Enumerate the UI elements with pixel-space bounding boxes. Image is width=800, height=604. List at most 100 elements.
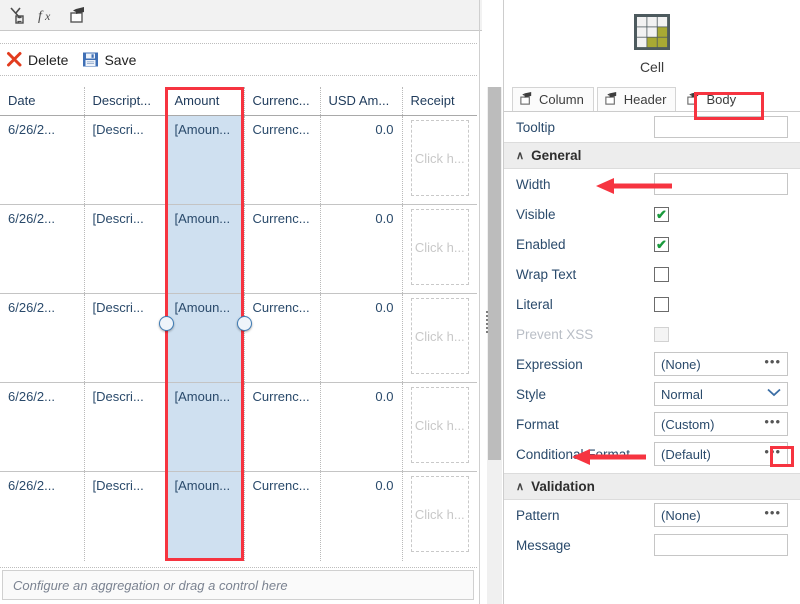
receipt-dropzone-label: Click h...: [414, 239, 465, 255]
pattern-ellipsis-button[interactable]: •••: [764, 506, 781, 522]
literal-checkbox[interactable]: [654, 296, 669, 312]
style-dropdown[interactable]: Normal: [654, 382, 788, 406]
svg-text:f: f: [38, 9, 44, 24]
conditional-format-field[interactable]: (Default) •••: [654, 442, 788, 466]
column-scope-icon: [519, 91, 534, 109]
enabled-checkbox[interactable]: ✔: [654, 236, 669, 252]
conditional-format-ellipsis-button[interactable]: •••: [764, 445, 781, 461]
cell-date[interactable]: 6/26/2...: [0, 382, 85, 472]
cell-grid-icon: [628, 8, 676, 56]
cell-usd-amount[interactable]: 0.0: [320, 115, 403, 205]
style-value: Normal: [661, 386, 703, 402]
cell-description[interactable]: [Descri...: [84, 293, 167, 383]
transform-icon[interactable]: [4, 2, 32, 28]
property-row-prevent-xss: Prevent XSS: [504, 319, 800, 349]
cell-usd-amount[interactable]: 0.0: [320, 471, 403, 561]
column-header-currency[interactable]: Currenc...: [244, 87, 321, 116]
cell-currency[interactable]: Currenc...: [244, 471, 321, 561]
properties-tabs: Column Header Body: [504, 86, 800, 112]
cell-usd-amount[interactable]: 0.0: [320, 293, 403, 383]
property-row-width: Width: [504, 169, 800, 199]
tab-body[interactable]: Body: [679, 87, 747, 111]
visible-checkbox[interactable]: ✔: [654, 206, 669, 222]
message-input[interactable]: [654, 534, 788, 556]
column-resize-handle-left[interactable]: [159, 316, 174, 331]
tooltip-input[interactable]: [654, 116, 788, 138]
format-field[interactable]: (Custom) •••: [654, 412, 788, 436]
aggregation-dropzone[interactable]: Configure an aggregation or drag a contr…: [2, 570, 474, 600]
section-header-validation[interactable]: ∧ Validation: [504, 473, 800, 500]
property-row-expression: Expression (None) •••: [504, 349, 800, 379]
cell-currency[interactable]: Currenc...: [244, 115, 321, 205]
property-label-width: Width: [516, 176, 551, 192]
receipt-dropzone[interactable]: Click h...: [410, 387, 469, 463]
table-row[interactable]: 6/26/2... [Descri... [Amoun... Currenc..…: [0, 293, 477, 383]
column-header-date[interactable]: Date: [0, 87, 85, 116]
property-label-style: Style: [516, 386, 547, 402]
cell-currency[interactable]: Currenc...: [244, 382, 321, 472]
section-title-validation: Validation: [531, 479, 595, 494]
cell-usd-amount[interactable]: 0.0: [320, 204, 403, 294]
cell-description[interactable]: [Descri...: [84, 382, 167, 472]
column-header-description[interactable]: Descript...: [84, 87, 167, 116]
receipt-dropzone[interactable]: Click h...: [410, 120, 469, 196]
width-input[interactable]: [654, 173, 788, 195]
column-header-amount[interactable]: Amount: [166, 87, 245, 116]
aggregation-placeholder-label: Configure an aggregation or drag a contr…: [13, 577, 288, 593]
cell-description[interactable]: [Descri...: [84, 471, 167, 561]
tab-header[interactable]: Header: [596, 87, 677, 111]
cell-amount[interactable]: [Amoun...: [166, 204, 245, 294]
cell-description[interactable]: [Descri...: [84, 115, 167, 205]
tab-body-label: Body: [706, 92, 737, 107]
receipt-dropzone[interactable]: Click h...: [410, 209, 469, 285]
table-row[interactable]: 6/26/2... [Descri... [Amoun... Currenc..…: [0, 204, 477, 294]
wrap-text-checkbox[interactable]: [654, 266, 669, 282]
format-ellipsis-button[interactable]: •••: [764, 415, 781, 431]
designer-vertical-scrollbar[interactable]: [487, 87, 502, 604]
cell-receipt[interactable]: Click h...: [402, 382, 477, 472]
table-row[interactable]: 6/26/2... [Descri... [Amoun... Currenc..…: [0, 382, 477, 472]
tab-column[interactable]: Column: [512, 87, 594, 111]
cell-date[interactable]: 6/26/2...: [0, 471, 85, 561]
grid-header-row: Date Descript... Amount Currenc... USD A…: [0, 87, 477, 116]
cell-receipt[interactable]: Click h...: [402, 293, 477, 383]
cell-receipt[interactable]: Click h...: [402, 472, 477, 561]
property-label-wrap-text: Wrap Text: [516, 266, 577, 282]
pane-splitter-grip[interactable]: [484, 307, 489, 337]
receipt-dropzone-label: Click h...: [414, 328, 465, 344]
header-scope-icon: [604, 91, 619, 109]
cell-amount[interactable]: [Amoun...: [166, 471, 245, 561]
table-row[interactable]: 6/26/2... [Descri... [Amoun... Currenc..…: [0, 471, 477, 561]
save-floppy-icon: [82, 51, 99, 68]
section-header-general[interactable]: ∧ General: [504, 142, 800, 169]
cell-date[interactable]: 6/26/2...: [0, 293, 85, 383]
property-label-literal: Literal: [516, 296, 553, 312]
cell-date[interactable]: 6/26/2...: [0, 115, 85, 205]
cell-currency[interactable]: Currenc...: [244, 293, 321, 383]
cell-currency[interactable]: Currenc...: [244, 204, 321, 294]
expression-ellipsis-button[interactable]: •••: [764, 355, 781, 371]
column-resize-handle-right[interactable]: [237, 316, 252, 331]
save-button[interactable]: Save: [78, 49, 146, 70]
property-row-message: Message: [504, 530, 800, 560]
receipt-dropzone[interactable]: Click h...: [410, 476, 469, 552]
pattern-field[interactable]: (None) •••: [654, 503, 788, 527]
column-header-usd-amount[interactable]: USD Am...: [320, 87, 403, 116]
cell-usd-amount[interactable]: 0.0: [320, 382, 403, 472]
column-header-receipt[interactable]: Receipt: [402, 87, 477, 116]
scrollbar-thumb[interactable]: [488, 87, 501, 460]
function-fx-icon[interactable]: f x: [34, 2, 62, 28]
delete-button[interactable]: Delete: [2, 49, 78, 70]
expression-field[interactable]: (None) •••: [654, 352, 788, 376]
receipt-dropzone[interactable]: Click h...: [410, 298, 469, 374]
cell-amount[interactable]: [Amoun...: [166, 115, 245, 205]
cell-receipt[interactable]: Click h...: [402, 115, 477, 205]
cell-amount[interactable]: [Amoun...: [166, 382, 245, 472]
cell-receipt[interactable]: Click h...: [402, 204, 477, 294]
control-insert-icon[interactable]: [64, 2, 92, 28]
designer-canvas-pane: f x Delete Save Date Descript... Amount …: [0, 0, 482, 604]
cell-amount[interactable]: [Amoun...: [166, 293, 245, 383]
cell-date[interactable]: 6/26/2...: [0, 204, 85, 294]
cell-description[interactable]: [Descri...: [84, 204, 167, 294]
table-row[interactable]: 6/26/2... [Descri... [Amoun... Currenc..…: [0, 115, 477, 205]
